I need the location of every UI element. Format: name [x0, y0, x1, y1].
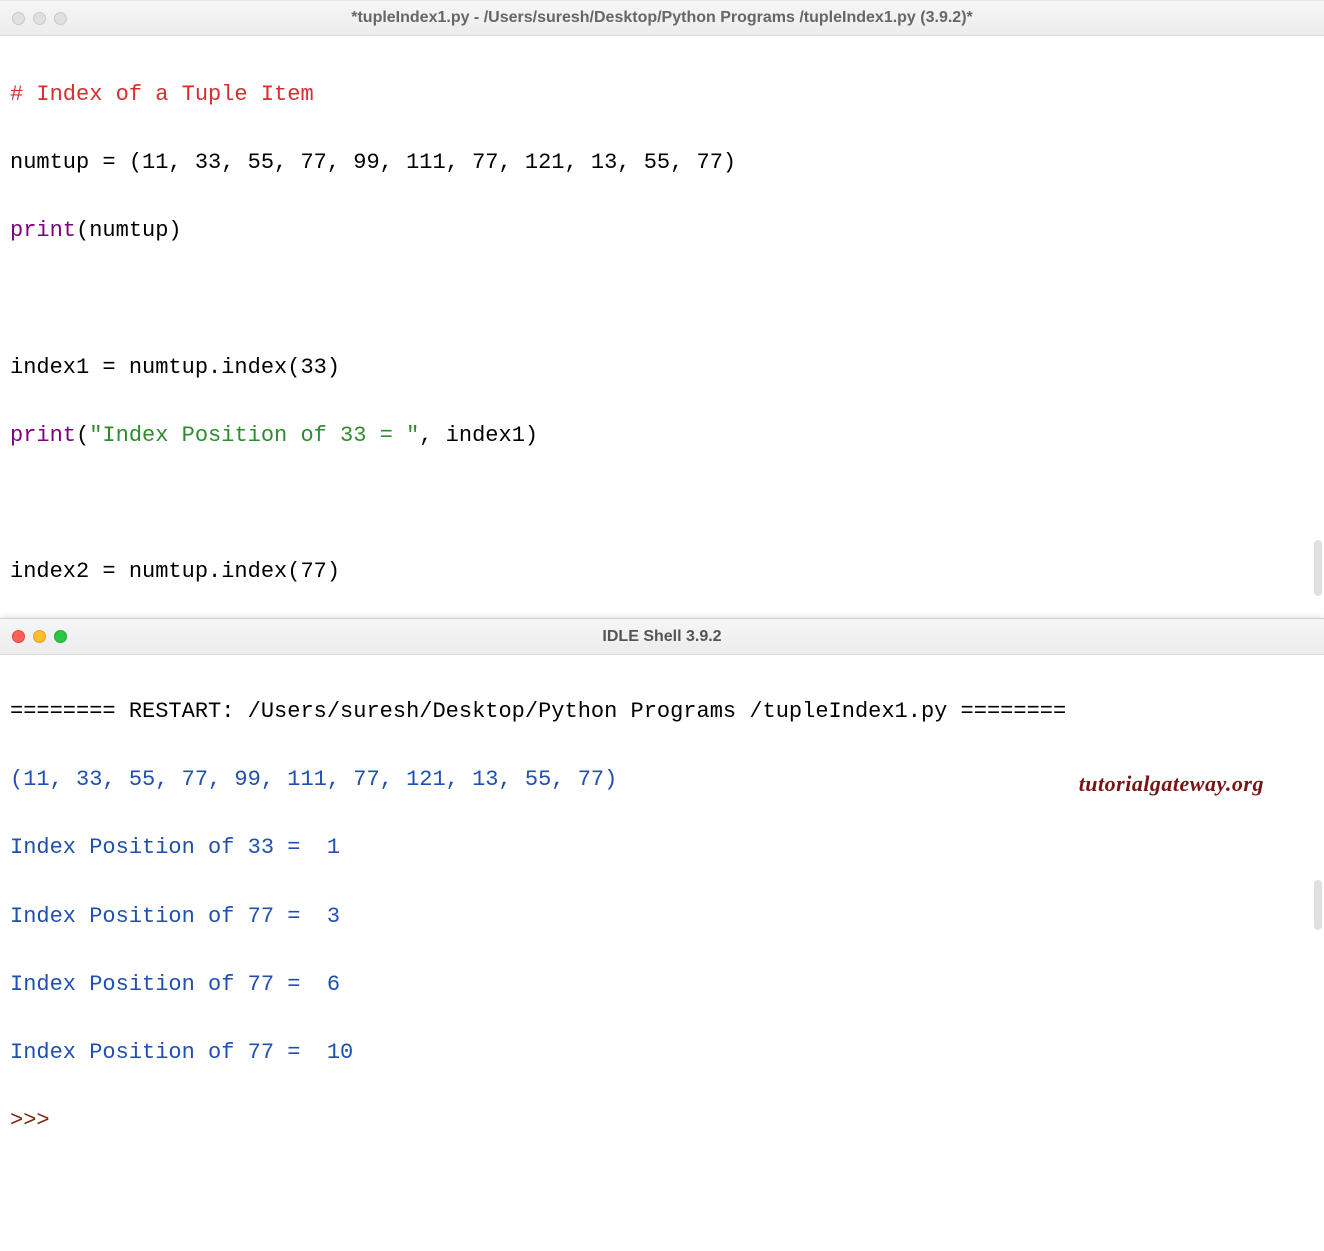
comment-text: # Index of a Tuple Item: [10, 82, 314, 107]
shell-output-line: Index Position of 77 = 10: [10, 1040, 353, 1065]
shell-output-line: Index Position of 33 = 1: [10, 835, 340, 860]
shell-window: IDLE Shell 3.9.2 ======== RESTART: /User…: [0, 618, 1324, 1251]
shell-output-line: (11, 33, 55, 77, 99, 111, 77, 121, 13, 5…: [10, 767, 617, 792]
fullscreen-icon[interactable]: [54, 12, 67, 25]
editor-scrollbar[interactable]: [1314, 540, 1322, 596]
string-text: "Index Position of 33 = ": [89, 423, 419, 448]
fullscreen-icon[interactable]: [54, 630, 67, 643]
code-line: index2 = numtup.index(77): [10, 555, 1314, 589]
shell-prompt: >>>: [10, 1108, 63, 1133]
shell-output-line: Index Position of 77 = 3: [10, 904, 340, 929]
shell-scrollbar[interactable]: [1314, 880, 1322, 930]
editor-titlebar: *tupleIndex1.py - /Users/suresh/Desktop/…: [0, 0, 1324, 36]
close-icon[interactable]: [12, 12, 25, 25]
code-line: # Index of a Tuple Item: [10, 78, 1314, 112]
editor-window-title: *tupleIndex1.py - /Users/suresh/Desktop/…: [0, 9, 1324, 27]
code-text: (numtup): [76, 218, 182, 243]
editor-traffic-lights: [12, 12, 67, 25]
shell-traffic-lights: [12, 630, 67, 643]
code-text: index1 = numtup.index(33): [10, 355, 340, 380]
shell-output-area[interactable]: ======== RESTART: /Users/suresh/Desktop/…: [0, 655, 1324, 1251]
shell-titlebar: IDLE Shell 3.9.2: [0, 619, 1324, 655]
builtin-text: print: [10, 218, 76, 243]
code-line: [10, 283, 1314, 317]
code-line: print(numtup): [10, 214, 1314, 248]
code-text: index2 = numtup.index(77): [10, 559, 340, 584]
code-text: (: [76, 423, 89, 448]
code-line: print("Index Position of 33 = ", index1): [10, 419, 1314, 453]
close-icon[interactable]: [12, 630, 25, 643]
shell-output-line: Index Position of 77 = 6: [10, 972, 340, 997]
builtin-text: print: [10, 423, 76, 448]
watermark-text: tutorialgateway.org: [1079, 767, 1264, 801]
code-line: index1 = numtup.index(33): [10, 351, 1314, 385]
shell-window-title: IDLE Shell 3.9.2: [0, 628, 1324, 646]
restart-line: ======== RESTART: /Users/suresh/Desktop/…: [10, 699, 1066, 724]
minimize-icon[interactable]: [33, 630, 46, 643]
code-line: [10, 487, 1314, 521]
code-text: numtup = (11, 33, 55, 77, 99, 111, 77, 1…: [10, 150, 736, 175]
code-line: numtup = (11, 33, 55, 77, 99, 111, 77, 1…: [10, 146, 1314, 180]
minimize-icon[interactable]: [33, 12, 46, 25]
code-text: , index1): [419, 423, 538, 448]
